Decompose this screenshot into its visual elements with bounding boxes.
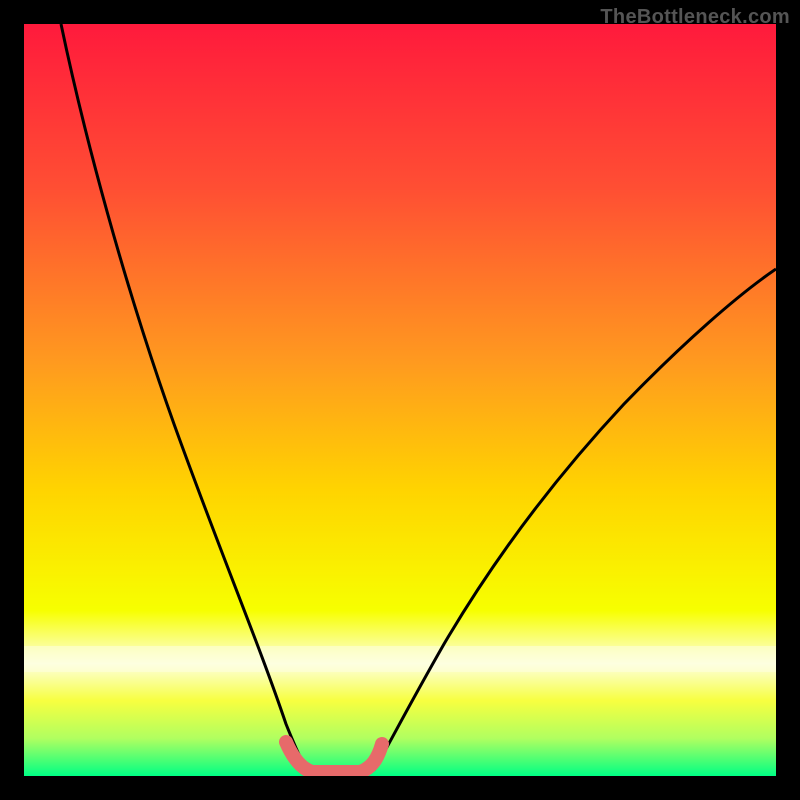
pale-band bbox=[24, 646, 776, 672]
plot-area bbox=[24, 24, 776, 776]
watermark-text: TheBottleneck.com bbox=[600, 6, 790, 29]
chart-svg bbox=[24, 24, 776, 776]
chart-frame: TheBottleneck.com bbox=[0, 0, 800, 800]
